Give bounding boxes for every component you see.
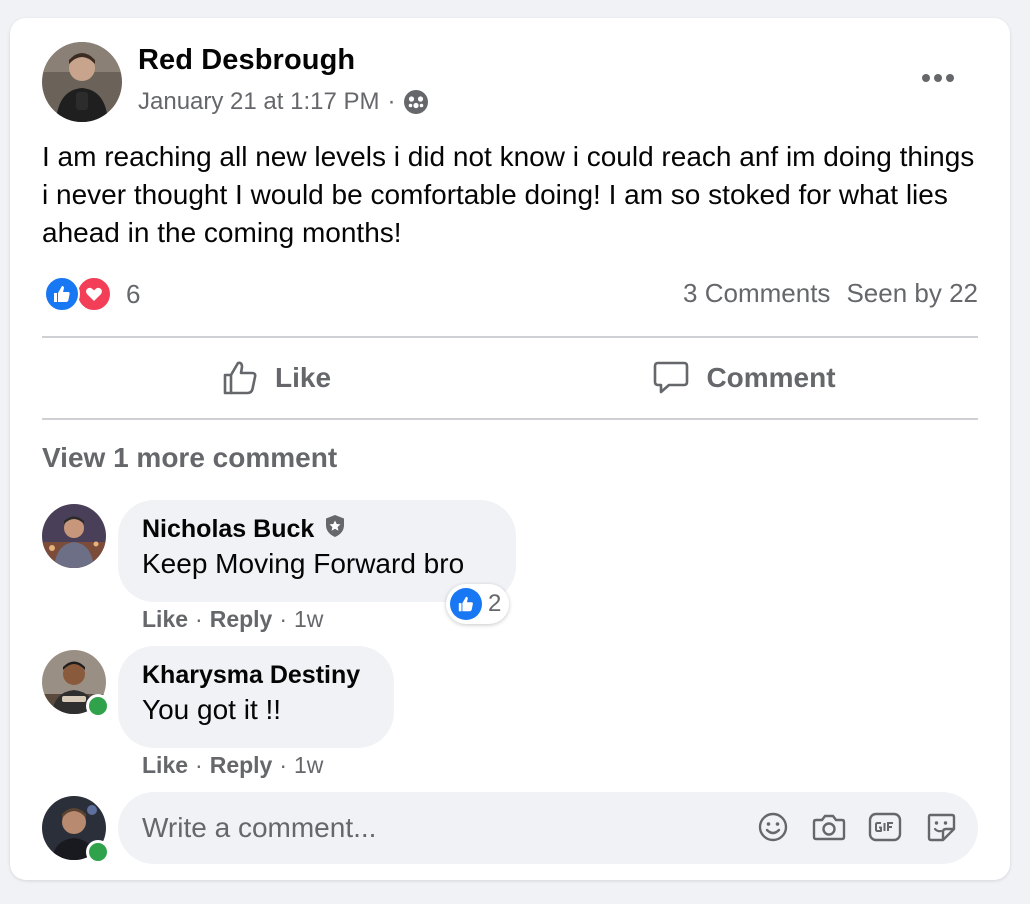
comment-composer [118, 792, 978, 864]
comment-bubble: Kharysma Destiny You got it !! [118, 646, 394, 748]
divider-bottom [42, 418, 978, 420]
comment-reply-link[interactable]: Reply [210, 752, 273, 779]
seen-by-link[interactable]: Seen by 22 [846, 278, 978, 309]
online-status-indicator [86, 694, 110, 718]
commenter-avatar[interactable] [42, 504, 106, 568]
commenter-name[interactable]: Kharysma Destiny [142, 658, 370, 692]
emoji-icon[interactable] [756, 810, 790, 844]
shield-badge-icon [324, 514, 346, 545]
comment-reaction-summary[interactable]: 2 [446, 584, 510, 624]
composer-icon-bar [756, 810, 958, 844]
comment-like-link[interactable]: Like [142, 606, 188, 633]
post-timestamp[interactable]: January 21 at 1:17 PM [138, 88, 379, 116]
comment-actions: Like · Reply · 1w [142, 752, 324, 779]
comment-button[interactable]: Comment [510, 340, 978, 416]
like-button[interactable]: Like [42, 340, 510, 416]
online-status-indicator [86, 840, 110, 864]
reaction-count: 6 [126, 278, 141, 309]
gif-icon[interactable] [868, 810, 902, 844]
comment-input[interactable] [142, 792, 702, 864]
comment-actions: Like · Reply · 1w [142, 606, 324, 633]
author-avatar[interactable] [42, 42, 122, 122]
post-card: Red Desbrough January 21 at 1:17 PM · I … [10, 18, 1010, 880]
commenter-name[interactable]: Nicholas Buck [142, 515, 314, 544]
like-button-label: Like [274, 362, 332, 393]
like-reaction-icon [450, 588, 482, 620]
sticker-icon[interactable] [924, 810, 958, 844]
reaction-summary[interactable]: 6 [44, 274, 140, 314]
divider-top [42, 336, 978, 338]
comment-reaction-count: 2 [488, 590, 502, 617]
author-name[interactable]: Red Desbrough [138, 44, 355, 77]
post-stats: 3 Comments Seen by 22 [683, 278, 978, 309]
group-audience-icon[interactable] [403, 89, 429, 115]
meta-separator: · [387, 88, 396, 115]
more-options-button[interactable] [916, 60, 960, 96]
thumbs-up-icon [223, 361, 257, 395]
comment-age[interactable]: 1w [294, 606, 323, 633]
comment-text: Keep Moving Forward bro [142, 548, 465, 579]
comment-text: You got it !! [142, 694, 282, 725]
comment-button-label: Comment [706, 362, 836, 393]
comments-count-link[interactable]: 3 Comments [683, 278, 830, 309]
more-dots-icon [922, 74, 954, 82]
comment-reply-link[interactable]: Reply [210, 606, 273, 633]
comment-like-link[interactable]: Like [142, 752, 188, 779]
comment-age[interactable]: 1w [294, 752, 323, 779]
view-more-comments-link[interactable]: View 1 more comment [42, 442, 337, 474]
post-meta: January 21 at 1:17 PM · [138, 88, 429, 116]
love-reaction-icon [76, 276, 112, 312]
post-text: I am reaching all new levels i did not k… [42, 141, 975, 248]
like-reaction-icon [44, 276, 80, 312]
comment-bubble-icon [654, 361, 689, 394]
camera-icon[interactable] [812, 810, 846, 844]
